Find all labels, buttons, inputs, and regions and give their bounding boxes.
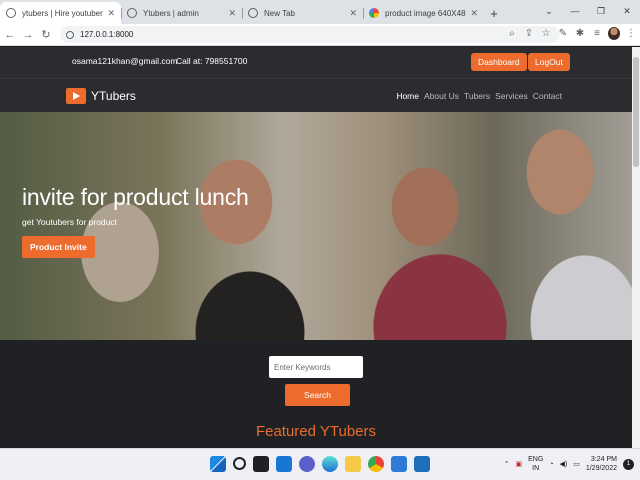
info-icon[interactable] xyxy=(66,30,74,39)
address-bar: ← → ↻ 127.0.0.1:8000 ⌕ ⇪ ☆ ✎ ✱ ≡ ⋮ xyxy=(0,24,640,46)
browser-tab[interactable]: ytubers | Hire youtubers ✕ xyxy=(0,2,121,24)
extensions-icon[interactable]: ✱ xyxy=(574,28,586,39)
nav-item-home[interactable]: Home xyxy=(396,91,419,101)
volume-icon[interactable]: ◀) xyxy=(560,460,568,468)
browser-tab[interactable]: product image 640X480 - Google ✕ xyxy=(363,2,484,24)
browser-tab[interactable]: New Tab ✕ xyxy=(242,2,363,24)
reload-icon[interactable]: ↻ xyxy=(38,28,54,41)
nav-item-contact[interactable]: Contact xyxy=(533,91,562,101)
reading-list-icon[interactable]: ≡ xyxy=(591,28,603,39)
close-window-icon[interactable]: ✕ xyxy=(614,0,640,22)
lang-code: ENG xyxy=(528,456,544,463)
photos-icon[interactable] xyxy=(414,456,430,472)
main-navbar: YTubers Home About Us Tubers Services Co… xyxy=(0,78,632,112)
new-tab-button[interactable]: + xyxy=(484,2,504,24)
tab-title: ytubers | Hire youtubers xyxy=(22,8,104,18)
wifi-icon[interactable]: ◔ xyxy=(549,461,553,468)
globe-icon xyxy=(127,8,137,18)
chevron-down-icon[interactable]: ⌄ xyxy=(536,0,562,22)
tab-title: product image 640X480 - Google xyxy=(385,8,466,18)
menu-kebab-icon[interactable]: ⋮ xyxy=(625,28,637,39)
clock-time: 3:24 PM xyxy=(590,456,617,463)
toolbar-icons: ⌕ ⇪ ☆ ✎ ✱ ≡ ⋮ xyxy=(506,27,637,40)
search-icon[interactable] xyxy=(233,457,246,470)
restore-icon[interactable]: ❐ xyxy=(588,0,614,22)
widgets-icon[interactable] xyxy=(276,456,292,472)
windows-start-icon[interactable] xyxy=(210,456,226,472)
notification-badge[interactable]: 1 xyxy=(623,458,634,470)
web-page: osama121khan@gmail.com Call at: 79855170… xyxy=(0,47,632,448)
featured-heading: Featured YTubers xyxy=(255,423,377,440)
contact-email: osama121khan@gmail.com xyxy=(72,56,178,66)
keyword-search-input[interactable] xyxy=(269,356,363,378)
search-button[interactable]: Search xyxy=(285,384,350,406)
minimize-icon[interactable]: — xyxy=(562,0,588,22)
chrome-icon[interactable] xyxy=(368,456,384,472)
google-icon xyxy=(369,8,379,18)
chevron-up-icon[interactable]: ⌃ xyxy=(504,460,510,468)
task-view-icon[interactable] xyxy=(253,456,269,472)
page-scrollbar[interactable] xyxy=(632,47,640,448)
profile-avatar[interactable] xyxy=(608,27,620,40)
url-text: 127.0.0.1:8000 xyxy=(80,30,134,39)
nav-item-services[interactable]: Services xyxy=(495,91,528,101)
product-invite-button[interactable]: Product Invite xyxy=(22,236,95,258)
forward-icon[interactable]: → xyxy=(20,29,36,41)
lang-region: IN xyxy=(532,465,540,472)
file-explorer-icon[interactable] xyxy=(345,456,361,472)
brand-name: YTubers xyxy=(91,89,136,103)
close-icon[interactable]: ✕ xyxy=(470,8,478,19)
chrome-icon xyxy=(248,8,258,18)
clock-date: 1/29/2022 xyxy=(585,465,617,472)
vscode-icon[interactable] xyxy=(391,456,407,472)
back-icon[interactable]: ← xyxy=(2,29,18,41)
search-section: Search Featured YTubers xyxy=(0,340,632,448)
language-indicator[interactable]: ENG IN xyxy=(528,455,543,473)
browser-tab[interactable]: Ytubers | admin ✕ xyxy=(121,2,242,24)
brand-logo[interactable]: YTubers xyxy=(66,88,136,104)
windows-taskbar: ⌃ ▣ ENG IN ◔ ◀) ▭ 3:24 PM 1/29/2022 1 xyxy=(0,448,640,480)
contact-phone: Call at: 798551700 xyxy=(176,56,248,66)
top-contact-bar: osama121khan@gmail.com Call at: 79855170… xyxy=(0,47,632,78)
nav-menu: Home About Us Tubers Services Contact xyxy=(396,91,562,101)
play-icon xyxy=(66,88,86,104)
clock[interactable]: 3:24 PM 1/29/2022 xyxy=(586,455,617,473)
share-icon[interactable]: ⇪ xyxy=(523,28,535,39)
zoom-icon[interactable]: ⌕ xyxy=(506,28,518,39)
star-icon[interactable]: ☆ xyxy=(540,28,552,39)
tab-title: New Tab xyxy=(264,8,295,18)
chat-icon[interactable] xyxy=(299,456,315,472)
nav-item-tubers[interactable]: Tubers xyxy=(464,91,490,101)
close-icon[interactable]: ✕ xyxy=(107,8,115,19)
scrollbar-thumb[interactable] xyxy=(633,57,639,167)
hero-subtitle: get Youtubers for product xyxy=(22,217,117,227)
system-tray: ⌃ ▣ ENG IN ◔ ◀) ▭ 3:24 PM 1/29/2022 1 xyxy=(504,455,634,473)
app-tray-icon[interactable]: ▣ xyxy=(515,460,522,468)
logout-button[interactable]: LogOut xyxy=(528,53,570,71)
nav-item-about-us[interactable]: About Us xyxy=(424,91,459,101)
window-controls: ⌄ — ❐ ✕ xyxy=(536,0,640,22)
close-icon[interactable]: ✕ xyxy=(349,8,357,19)
tab-title: Ytubers | admin xyxy=(143,8,199,18)
browser-tab-strip: ytubers | Hire youtubers ✕ Ytubers | adm… xyxy=(0,0,640,24)
hero-banner: invite for product lunch get Youtubers f… xyxy=(0,112,632,340)
globe-icon xyxy=(6,8,16,18)
hero-title: invite for product lunch xyxy=(22,184,249,210)
close-icon[interactable]: ✕ xyxy=(228,8,236,19)
pen-extension-icon[interactable]: ✎ xyxy=(557,28,569,39)
hero-copy: invite for product lunch get Youtubers f… xyxy=(22,184,249,258)
url-input[interactable]: 127.0.0.1:8000 xyxy=(60,26,560,43)
dashboard-button[interactable]: Dashboard xyxy=(471,53,527,71)
taskbar-apps xyxy=(210,456,430,472)
battery-icon[interactable]: ▭ xyxy=(573,460,580,468)
edge-icon[interactable] xyxy=(322,456,338,472)
